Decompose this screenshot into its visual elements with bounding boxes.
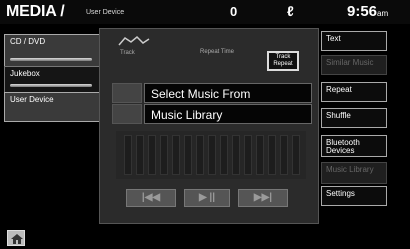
tab-jukebox[interactable]: Jukebox bbox=[4, 66, 102, 94]
similar-music-button[interactable]: Similar Music bbox=[321, 55, 387, 75]
tab-jukebox-label: Jukebox bbox=[10, 69, 40, 78]
next-track-button[interactable]: ▶▶| bbox=[238, 189, 288, 207]
tab-cd-dvd[interactable]: CD / DVD bbox=[4, 34, 102, 68]
similar-music-label: Similar Music bbox=[326, 58, 374, 67]
clock-time: 9:56 bbox=[347, 3, 378, 20]
clock: 9:56am bbox=[347, 3, 388, 20]
select-music-row[interactable]: Select Music From bbox=[112, 83, 312, 103]
music-library-label: Music Library bbox=[144, 104, 312, 124]
tab-indicator bbox=[10, 84, 92, 87]
track-icon bbox=[118, 35, 150, 46]
tab-user-device-label: User Device bbox=[10, 95, 54, 104]
top-bar: MEDIA / User Device 0 ℓ 9:56am bbox=[0, 0, 410, 24]
page-subtitle: User Device bbox=[86, 9, 125, 16]
previous-track-button[interactable]: |◀◀ bbox=[126, 189, 176, 207]
status-indicator-a: 0 bbox=[230, 4, 238, 19]
play-pause-button[interactable]: ▶ || bbox=[184, 189, 230, 207]
repeat-label: Repeat bbox=[326, 85, 352, 94]
row-icon-slot bbox=[112, 104, 142, 124]
info-display bbox=[116, 131, 306, 179]
music-library-button[interactable]: Music Library bbox=[321, 162, 387, 184]
text-button[interactable]: Text bbox=[321, 31, 387, 51]
tab-user-device[interactable]: User Device bbox=[4, 92, 102, 122]
row-icon-slot bbox=[112, 83, 142, 103]
bottom-bar bbox=[0, 226, 410, 249]
play-pause-icon: ▶ || bbox=[198, 192, 216, 203]
clock-suffix: am bbox=[377, 9, 389, 18]
settings-label: Settings bbox=[326, 189, 355, 198]
music-library-button-label: Music Library bbox=[326, 165, 374, 174]
bluetooth-devices-button[interactable]: Bluetooth Devices bbox=[321, 135, 387, 157]
text-button-label: Text bbox=[326, 34, 341, 43]
repeat-time-label: Repeat Time bbox=[200, 49, 235, 55]
next-icon: ▶▶| bbox=[253, 192, 273, 203]
settings-button[interactable]: Settings bbox=[321, 186, 387, 206]
status-indicator-b: ℓ bbox=[287, 3, 294, 19]
select-music-label: Select Music From bbox=[144, 83, 312, 103]
shuffle-button[interactable]: Shuffle bbox=[321, 108, 387, 128]
shuffle-label: Shuffle bbox=[326, 111, 351, 120]
music-library-row[interactable]: Music Library bbox=[112, 104, 312, 124]
bluetooth-devices-label: Bluetooth Devices bbox=[326, 138, 360, 155]
tab-cd-dvd-label: CD / DVD bbox=[10, 37, 46, 46]
page-title: MEDIA / bbox=[6, 3, 65, 20]
media-panel: Track Repeat Time Track Repeat Select Mu… bbox=[99, 28, 319, 224]
previous-icon: |◀◀ bbox=[141, 192, 161, 203]
repeat-button[interactable]: Repeat bbox=[321, 82, 387, 102]
tab-indicator bbox=[10, 58, 92, 61]
track-repeat-button[interactable]: Track Repeat bbox=[267, 51, 299, 71]
track-label: Track bbox=[120, 50, 135, 56]
home-button[interactable] bbox=[7, 230, 25, 246]
home-icon bbox=[11, 234, 23, 244]
